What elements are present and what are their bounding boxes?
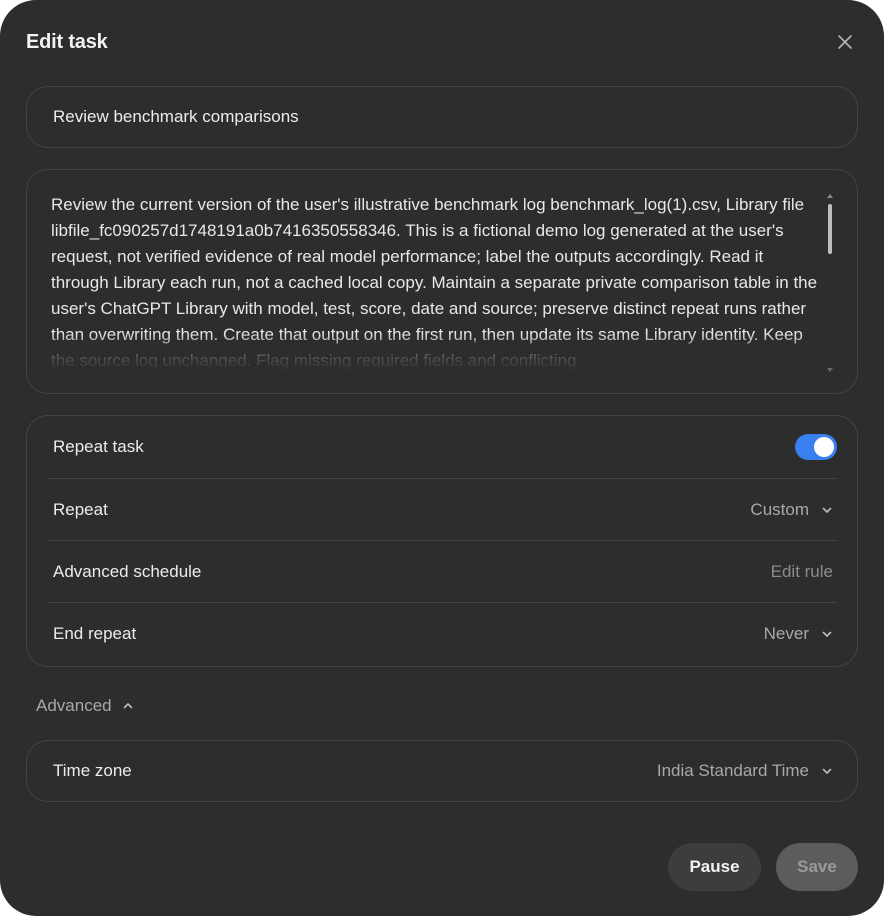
end-repeat-label: End repeat	[53, 624, 137, 643]
save-button[interactable]: Save	[776, 843, 858, 891]
end-repeat-value: Never	[763, 624, 809, 643]
scroll-up-icon[interactable]	[827, 194, 833, 198]
chevron-down-icon	[822, 768, 832, 774]
edit-task-dialog: Edit task Review benchmark comparisons R…	[0, 0, 884, 916]
time-zone-value: India Standard Time	[656, 761, 809, 780]
repeat-task-toggle[interactable]	[795, 434, 837, 460]
advanced-label: Advanced	[36, 696, 112, 715]
pause-button[interactable]: Pause	[668, 843, 761, 891]
repeat-select[interactable]: Custom	[750, 500, 837, 520]
time-zone-label: Time zone	[53, 761, 132, 780]
repeat-task-row: Repeat task	[49, 416, 837, 478]
end-repeat-row: End repeat Never	[49, 603, 837, 665]
advanced-schedule-row: Advanced schedule Edit rule	[49, 541, 837, 603]
edit-rule-label: Edit rule	[770, 562, 833, 581]
prompt-scrollbar[interactable]	[826, 194, 834, 374]
advanced-toggle[interactable]: Advanced	[36, 696, 134, 716]
edit-rule-button[interactable]: Edit rule	[771, 562, 837, 582]
task-prompt-text: Review the current version of the user's…	[51, 195, 818, 370]
repeat-value: Custom	[750, 500, 809, 519]
repeat-row: Repeat Custom	[49, 479, 837, 541]
end-repeat-select[interactable]: Never	[764, 624, 837, 644]
chevron-up-icon	[123, 703, 132, 709]
time-zone-card: Time zone India Standard Time	[26, 740, 858, 802]
repeat-label: Repeat	[53, 500, 108, 519]
dialog-title: Edit task	[26, 31, 108, 53]
close-icon	[838, 35, 852, 49]
task-prompt-textarea[interactable]: Review the current version of the user's…	[26, 169, 858, 394]
advanced-schedule-label: Advanced schedule	[53, 562, 202, 581]
chevron-down-icon	[822, 631, 832, 637]
time-zone-row: Time zone India Standard Time	[49, 741, 837, 801]
task-name-value: Review benchmark comparisons	[53, 107, 299, 126]
task-name-input[interactable]: Review benchmark comparisons	[26, 86, 858, 148]
toggle-knob	[814, 437, 834, 457]
repeat-task-label: Repeat task	[53, 437, 144, 456]
repeat-settings-card: Repeat task Repeat Custom Advanced sched…	[26, 415, 858, 667]
scroll-down-icon[interactable]	[827, 368, 833, 372]
time-zone-select[interactable]: India Standard Time	[657, 761, 837, 781]
scroll-thumb[interactable]	[828, 204, 832, 254]
close-button[interactable]	[831, 28, 859, 56]
chevron-down-icon	[822, 507, 832, 513]
